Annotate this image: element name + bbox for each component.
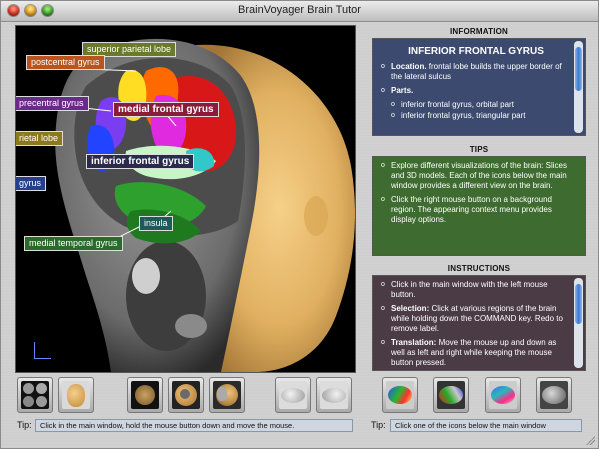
view-button-brain-left[interactable] <box>275 377 311 413</box>
label-medial-temporal-gyrus[interactable]: medial temporal gyrus <box>24 236 123 251</box>
title-bar[interactable]: BrainVoyager Brain Tutor <box>1 1 598 22</box>
structure-title: INFERIOR FRONTAL GYRUS <box>408 46 544 57</box>
parts-item: Parts. <box>381 86 571 96</box>
information-scrollbar[interactable] <box>574 41 583 133</box>
view-button-colored-brain-1[interactable] <box>382 377 418 413</box>
tips-header: TIPS <box>469 145 489 154</box>
view-button-brain-in-head[interactable] <box>168 377 204 413</box>
brain-render <box>55 38 355 372</box>
brain-surface-icon <box>279 381 307 409</box>
instructions-scrollbar[interactable] <box>574 278 583 368</box>
colored-brain-icon <box>437 381 465 409</box>
parts-label: Parts. <box>391 86 414 95</box>
tip-label-right: Tip: <box>371 420 386 430</box>
instruction-item: Selection: Click at various regions of t… <box>381 304 571 334</box>
brain-in-head-icon <box>172 381 200 409</box>
colored-brain-icon <box>386 381 414 409</box>
location-item: Location. frontal lobe builds the upper … <box>381 62 571 82</box>
main-brain-viewer[interactable]: superior parietal lobe postcentral gyrus… <box>15 25 356 373</box>
instruction-item: Translation: Move the mouse up and down … <box>381 338 571 368</box>
label-postcentral-gyrus[interactable]: postcentral gyrus <box>26 55 105 70</box>
label-parietal-lobe[interactable]: rietal lobe <box>16 131 64 146</box>
head-section-icon <box>213 381 241 409</box>
view-button-head-section[interactable] <box>209 377 245 413</box>
label-gyrus[interactable]: gyrus <box>16 176 47 191</box>
translation-label: Translation: <box>391 338 437 347</box>
tip-item: Explore different visualizations of the … <box>381 161 571 191</box>
resize-grip[interactable] <box>585 435 595 445</box>
view-button-colored-brain-2[interactable] <box>433 377 469 413</box>
view-button-brain-right[interactable] <box>316 377 352 413</box>
information-panel: INFERIOR FRONTAL GYRUS Location. frontal… <box>372 38 586 136</box>
view-button-colored-brain-3[interactable] <box>485 377 521 413</box>
mri-slices-icon <box>21 381 49 409</box>
label-inferior-frontal-gyrus[interactable]: inferior frontal gyrus <box>86 154 195 169</box>
tip-text-left: Click in the main window, hold the mouse… <box>35 419 353 432</box>
label-precentral-gyrus[interactable]: precentral gyrus <box>16 96 89 111</box>
app-window: BrainVoyager Brain Tutor superior pariet… <box>0 0 599 449</box>
cut-head-icon <box>131 381 159 409</box>
tip-label-left: Tip: <box>17 420 32 430</box>
label-medial-frontal-gyrus[interactable]: medial frontal gyrus <box>113 102 219 117</box>
view-button-head[interactable] <box>58 377 94 413</box>
brain-surface-icon <box>320 381 348 409</box>
part-item: inferior frontal gyrus, orbital part <box>381 100 571 110</box>
part-item: inferior frontal gyrus, triangular part <box>381 111 571 121</box>
colored-brain-icon <box>489 381 517 409</box>
tips-panel: Explore different visualizations of the … <box>372 156 586 256</box>
instructions-panel: Click in the main window with the left m… <box>372 275 586 371</box>
head-icon <box>62 381 90 409</box>
window-title: BrainVoyager Brain Tutor <box>238 4 361 16</box>
brain-surface-icon <box>540 381 568 409</box>
tip-item: Click the right mouse button on a backgr… <box>381 195 571 225</box>
tip-text-right: Click one of the icons below the main wi… <box>390 419 582 432</box>
view-button-cut-head[interactable] <box>127 377 163 413</box>
orientation-axes <box>34 342 51 359</box>
view-button-brain-gray[interactable] <box>536 377 572 413</box>
view-button-mri-slices[interactable] <box>17 377 53 413</box>
label-insula[interactable]: insula <box>139 216 173 231</box>
instruction-item: Click in the main window with the left m… <box>381 280 571 300</box>
instructions-header: INSTRUCTIONS <box>447 264 511 273</box>
information-header: INFORMATION <box>449 27 509 36</box>
location-label: Location. <box>391 62 427 71</box>
selection-label: Selection: <box>391 304 430 313</box>
